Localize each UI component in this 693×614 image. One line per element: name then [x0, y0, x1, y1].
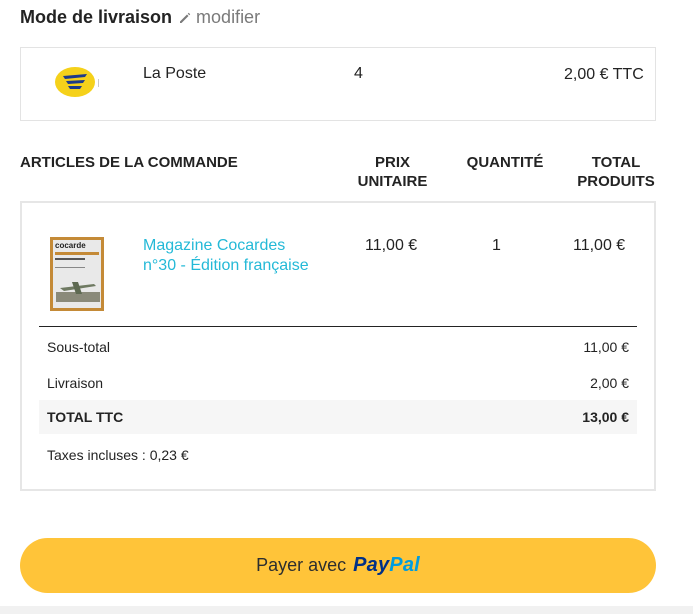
delivery-title: Mode de livraison: [20, 7, 173, 27]
header-unit-price: PRIX UNITAIRE: [357, 154, 428, 190]
paypal-button[interactable]: Payer avec PayPal: [20, 538, 656, 593]
taxes-row: Taxes incluses : 0,23 €: [39, 438, 637, 472]
thumbnail-lines: [55, 258, 85, 268]
shipping-label: Livraison: [47, 375, 104, 391]
product-quantity: 1: [492, 237, 501, 254]
paypal-logo-pay: Pay: [353, 554, 390, 576]
la-poste-logo: [55, 67, 99, 97]
header-total: TOTAL PRODUITS: [577, 154, 655, 190]
thumbnail-title: cocarde: [55, 241, 86, 250]
summary-divider: [39, 326, 637, 327]
edit-delivery-label: modifier: [196, 7, 261, 27]
shipping-value: 2,00 €: [590, 375, 629, 391]
taxes-label: Taxes incluses : 0,23 €: [47, 447, 189, 463]
subtotal-label: Sous-total: [47, 339, 111, 355]
airplane-icon: [56, 282, 100, 302]
carrier-name: La Poste: [143, 65, 207, 82]
subtotal-row: Sous-total 11,00 €: [39, 330, 637, 364]
carrier-delay: 4: [354, 65, 363, 82]
product-total: 11,00 €: [573, 237, 626, 254]
paypal-logo-pal: Pal: [389, 554, 420, 576]
total-label: TOTAL TTC: [47, 409, 124, 425]
paypal-button-label: Payer avec: [256, 555, 347, 575]
carrier-option[interactable]: La Poste 4 2,00 € TTC: [20, 47, 656, 121]
thumbnail-band: [55, 252, 99, 255]
product-name-link[interactable]: Magazine Cocardes n°30 - Édition françai…: [143, 236, 313, 276]
product-unit-price: 11,00 €: [365, 237, 418, 254]
order-summary-box: cocarde Magazine Cocardes n°30 - Édition…: [20, 201, 656, 491]
subtotal-value: 11,00 €: [583, 339, 629, 355]
product-thumbnail[interactable]: cocarde: [50, 237, 104, 311]
header-quantity: QUANTITÉ: [466, 154, 544, 171]
shipping-row: Livraison 2,00 €: [39, 366, 637, 400]
pencil-icon: [180, 12, 191, 23]
carrier-price: 2,00 € TTC: [564, 66, 644, 83]
total-row: TOTAL TTC 13,00 €: [39, 400, 637, 434]
paypal-logo: PayPal: [353, 554, 420, 577]
footer-band: [0, 606, 693, 614]
delivery-heading: Mode de livraison modifier: [20, 7, 260, 28]
total-value: 13,00 €: [582, 409, 629, 425]
header-articles: ARTICLES DE LA COMMANDE: [20, 154, 238, 171]
edit-delivery-link[interactable]: modifier: [178, 7, 260, 28]
